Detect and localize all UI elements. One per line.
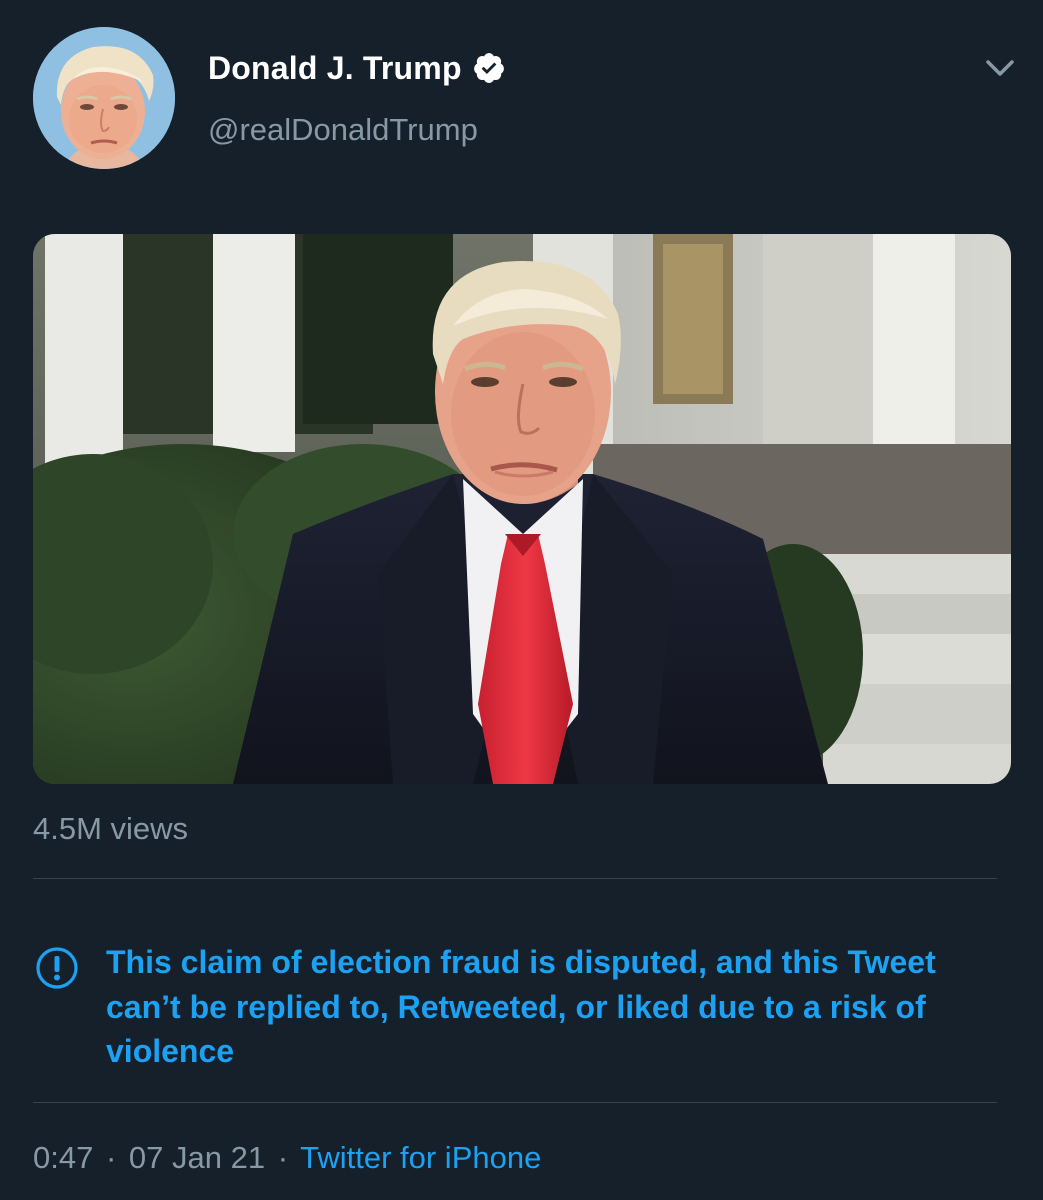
user-handle[interactable]: @realDonaldTrump [208,112,478,148]
tweet-meta: 0:47 · 07 Jan 21 · Twitter for iPhone [33,1140,541,1176]
exclamation-circle-icon [35,946,79,990]
avatar-image [33,27,175,169]
avatar[interactable] [33,27,175,169]
tweet: Donald J. Trump @realDonaldTrump 4.5M vi… [0,0,1043,1200]
video-thumbnail [33,234,1011,784]
meta-separator: · [277,1140,289,1175]
view-count: 4.5M views [33,811,189,846]
chevron-down-icon[interactable] [982,50,1018,86]
display-name-row[interactable]: Donald J. Trump [208,48,506,88]
divider [33,1102,997,1103]
tweet-date: 07 Jan 21 [128,1140,266,1175]
tweet-source-link[interactable]: Twitter for iPhone [300,1140,541,1175]
display-name[interactable]: Donald J. Trump [208,50,462,87]
tweet-time: 0:47 [33,1140,94,1175]
divider [33,878,997,879]
verified-badge-icon [472,51,506,85]
meta-separator: · [105,1140,117,1175]
disputed-claim-notice[interactable]: This claim of election fraud is disputed… [106,940,986,1074]
tweet-video[interactable] [33,234,1011,784]
